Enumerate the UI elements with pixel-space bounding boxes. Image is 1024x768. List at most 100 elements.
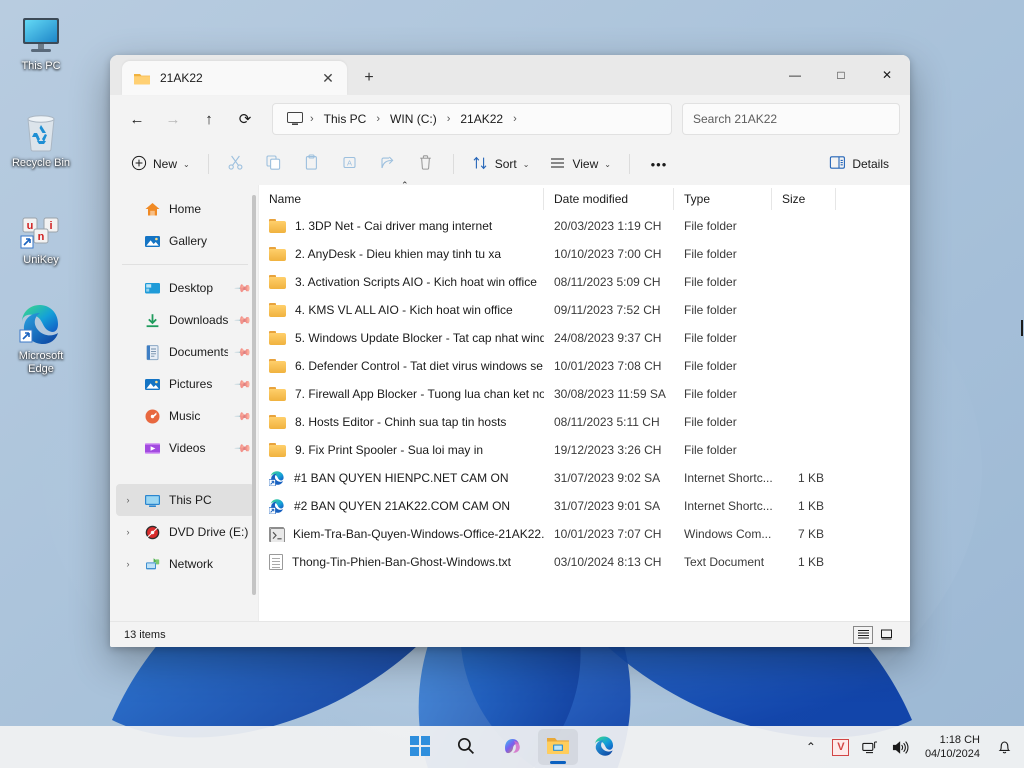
table-row[interactable]: 4. KMS VL ALL AIO - Kich hoat win office… [259, 296, 910, 324]
details-pane-button[interactable]: Details [820, 148, 898, 180]
more-options-button[interactable]: ••• [639, 148, 679, 180]
microsoft-edge-button[interactable] [584, 729, 624, 765]
sort-button[interactable]: Sort ⌄ [463, 148, 539, 180]
file-name-cell[interactable]: 4. KMS VL ALL AIO - Kich hoat win office [259, 303, 544, 317]
sidebar-item-documents[interactable]: Documents 📌 [116, 336, 254, 368]
desktop-icon-microsoft-edge[interactable]: Microsoft Edge [2, 298, 80, 376]
table-row[interactable]: 9. Fix Print Spooler - Sua loi may in 19… [259, 436, 910, 464]
system-tray[interactable]: ⌃ V 1:18 CH 04/10/2024 [799, 733, 1016, 761]
view-toggle-group[interactable] [853, 625, 896, 644]
table-row[interactable]: 7. Firewall App Blocker - Tuong lua chan… [259, 380, 910, 408]
view-button[interactable]: View ⌄ [540, 148, 620, 180]
large-icons-view-toggle[interactable] [876, 626, 896, 644]
up-button[interactable]: ↑ [192, 103, 226, 135]
network-tray-icon[interactable] [859, 733, 883, 761]
command-toolbar[interactable]: New ⌄ A Sort ⌄ View ⌄ ••• Details [110, 143, 910, 185]
column-header-date-modified[interactable]: Date modified [544, 187, 674, 210]
pin-icon[interactable]: 📌 [233, 406, 252, 425]
file-rows[interactable]: 1. 3DP Net - Cai driver mang internet 20… [259, 212, 910, 621]
sidebar-item-pictures[interactable]: Pictures 📌 [116, 368, 254, 400]
sidebar-item-downloads[interactable]: Downloads 📌 [116, 304, 254, 336]
file-name-cell[interactable]: 7. Firewall App Blocker - Tuong lua chan… [259, 387, 544, 401]
taskbar[interactable]: ⌃ V 1:18 CH 04/10/2024 [0, 726, 1024, 768]
share-button[interactable] [370, 148, 406, 180]
title-bar[interactable]: 21AK22 ✕ + — □ ✕ [110, 55, 910, 95]
sidebar-item-music[interactable]: Music 📌 [116, 400, 254, 432]
close-window-button[interactable]: ✕ [864, 55, 910, 95]
sidebar-item-home[interactable]: Home [116, 193, 254, 225]
copilot-button[interactable] [492, 729, 532, 765]
window-controls[interactable]: — □ ✕ [772, 55, 910, 95]
file-name-cell[interactable]: 3. Activation Scripts AIO - Kich hoat wi… [259, 275, 544, 289]
breadcrumb-item-win-c[interactable]: WIN (C:) [383, 109, 444, 129]
file-name-cell[interactable]: Kiem-Tra-Ban-Quyen-Windows-Office-21AK22… [259, 526, 544, 542]
file-explorer-button[interactable] [538, 729, 578, 765]
file-name-cell[interactable]: 6. Defender Control - Tat diet virus win… [259, 359, 544, 373]
sidebar-item-dvd-drive[interactable]: › DVD Drive (E:) W [116, 516, 254, 548]
paste-button[interactable] [294, 148, 330, 180]
table-row[interactable]: #2 BAN QUYEN 21AK22.COM CAM ON 31/07/202… [259, 492, 910, 520]
breadcrumb[interactable]: › This PC › WIN (C:) › 21AK22 › [272, 103, 672, 135]
column-headers[interactable]: ⌃ Name Date modified Type Size [259, 180, 910, 212]
desktop-icon-this-pc[interactable]: This PC [2, 8, 80, 73]
table-row[interactable]: Kiem-Tra-Ban-Quyen-Windows-Office-21AK22… [259, 520, 910, 548]
search-button[interactable] [446, 729, 486, 765]
table-row[interactable]: 8. Hosts Editor - Chinh sua tap tin host… [259, 408, 910, 436]
table-row[interactable]: Thong-Tin-Phien-Ban-Ghost-Windows.txt 03… [259, 548, 910, 576]
back-button[interactable]: ← [120, 103, 154, 135]
chevron-right-icon[interactable]: › [120, 495, 136, 505]
file-list[interactable]: ⌃ Name Date modified Type Size 1. 3DP Ne… [258, 180, 910, 621]
pin-icon[interactable]: 📌 [233, 342, 252, 361]
sidebar-item-this-pc[interactable]: › This PC [116, 484, 254, 516]
sidebar-item-network[interactable]: › Network [116, 548, 254, 580]
cut-button[interactable] [218, 148, 254, 180]
pin-icon[interactable]: 📌 [233, 374, 252, 393]
table-row[interactable]: 6. Defender Control - Tat diet virus win… [259, 352, 910, 380]
desktop-icon-recycle-bin[interactable]: Recycle Bin [2, 105, 80, 170]
file-name-cell[interactable]: Thong-Tin-Phien-Ban-Ghost-Windows.txt [259, 554, 544, 570]
pin-icon[interactable]: 📌 [233, 310, 252, 329]
file-name-cell[interactable]: #2 BAN QUYEN 21AK22.COM CAM ON [259, 498, 544, 514]
table-row[interactable]: 1. 3DP Net - Cai driver mang internet 20… [259, 212, 910, 240]
navigation-pane[interactable]: Home Gallery Desktop 📌 Downloads 📌 Docum… [110, 185, 258, 621]
desktop-icon-unikey[interactable]: u i n UniKey [2, 202, 80, 267]
file-name-cell[interactable]: #1 BAN QUYEN HIENPC.NET CAM ON [259, 470, 544, 486]
details-view-toggle[interactable] [853, 625, 873, 644]
rename-button[interactable]: A [332, 148, 368, 180]
volume-tray-icon[interactable] [889, 733, 913, 761]
table-row[interactable]: 5. Windows Update Blocker - Tat cap nhat… [259, 324, 910, 352]
start-button[interactable] [400, 729, 440, 765]
maximize-button[interactable]: □ [818, 55, 864, 95]
unikey-tray-icon[interactable]: V [829, 733, 853, 761]
table-row[interactable]: #1 BAN QUYEN HIENPC.NET CAM ON 31/07/202… [259, 464, 910, 492]
file-name-cell[interactable]: 1. 3DP Net - Cai driver mang internet [259, 219, 544, 233]
notification-bell-icon[interactable] [992, 733, 1016, 761]
close-icon[interactable]: ✕ [317, 67, 339, 89]
breadcrumb-item-21ak22[interactable]: 21AK22 [453, 109, 510, 129]
sidebar-item-desktop[interactable]: Desktop 📌 [116, 272, 254, 304]
minimize-button[interactable]: — [772, 55, 818, 95]
file-name-cell[interactable]: 8. Hosts Editor - Chinh sua tap tin host… [259, 415, 544, 429]
column-header-type[interactable]: Type [674, 187, 772, 210]
column-header-size[interactable]: Size [772, 187, 836, 210]
address-bar[interactable]: ← → ↑ ⟳ › This PC › WIN (C:) › 21AK22 › … [110, 95, 910, 143]
copy-button[interactable] [256, 148, 292, 180]
file-name-cell[interactable]: 2. AnyDesk - Dieu khien may tinh tu xa [259, 247, 544, 261]
pin-icon[interactable]: 📌 [233, 438, 252, 457]
file-name-cell[interactable]: 9. Fix Print Spooler - Sua loi may in [259, 443, 544, 457]
chevron-right-icon[interactable]: › [120, 527, 136, 537]
taskbar-app-group[interactable] [400, 729, 624, 765]
sidebar-scrollbar[interactable] [252, 195, 256, 595]
delete-button[interactable] [408, 148, 444, 180]
clock[interactable]: 1:18 CH 04/10/2024 [919, 733, 986, 761]
explorer-tab[interactable]: 21AK22 ✕ [122, 61, 347, 95]
tray-overflow-button[interactable]: ⌃ [799, 733, 823, 761]
file-explorer-window[interactable]: 21AK22 ✕ + — □ ✕ ← → ↑ ⟳ › This PC › WIN… [110, 55, 910, 647]
forward-button[interactable]: → [156, 103, 190, 135]
column-header-name[interactable]: ⌃ Name [259, 180, 544, 210]
file-name-cell[interactable]: 5. Windows Update Blocker - Tat cap nhat… [259, 331, 544, 345]
refresh-button[interactable]: ⟳ [228, 103, 262, 135]
table-row[interactable]: 3. Activation Scripts AIO - Kich hoat wi… [259, 268, 910, 296]
sidebar-item-gallery[interactable]: Gallery [116, 225, 254, 257]
sidebar-item-videos[interactable]: Videos 📌 [116, 432, 254, 464]
